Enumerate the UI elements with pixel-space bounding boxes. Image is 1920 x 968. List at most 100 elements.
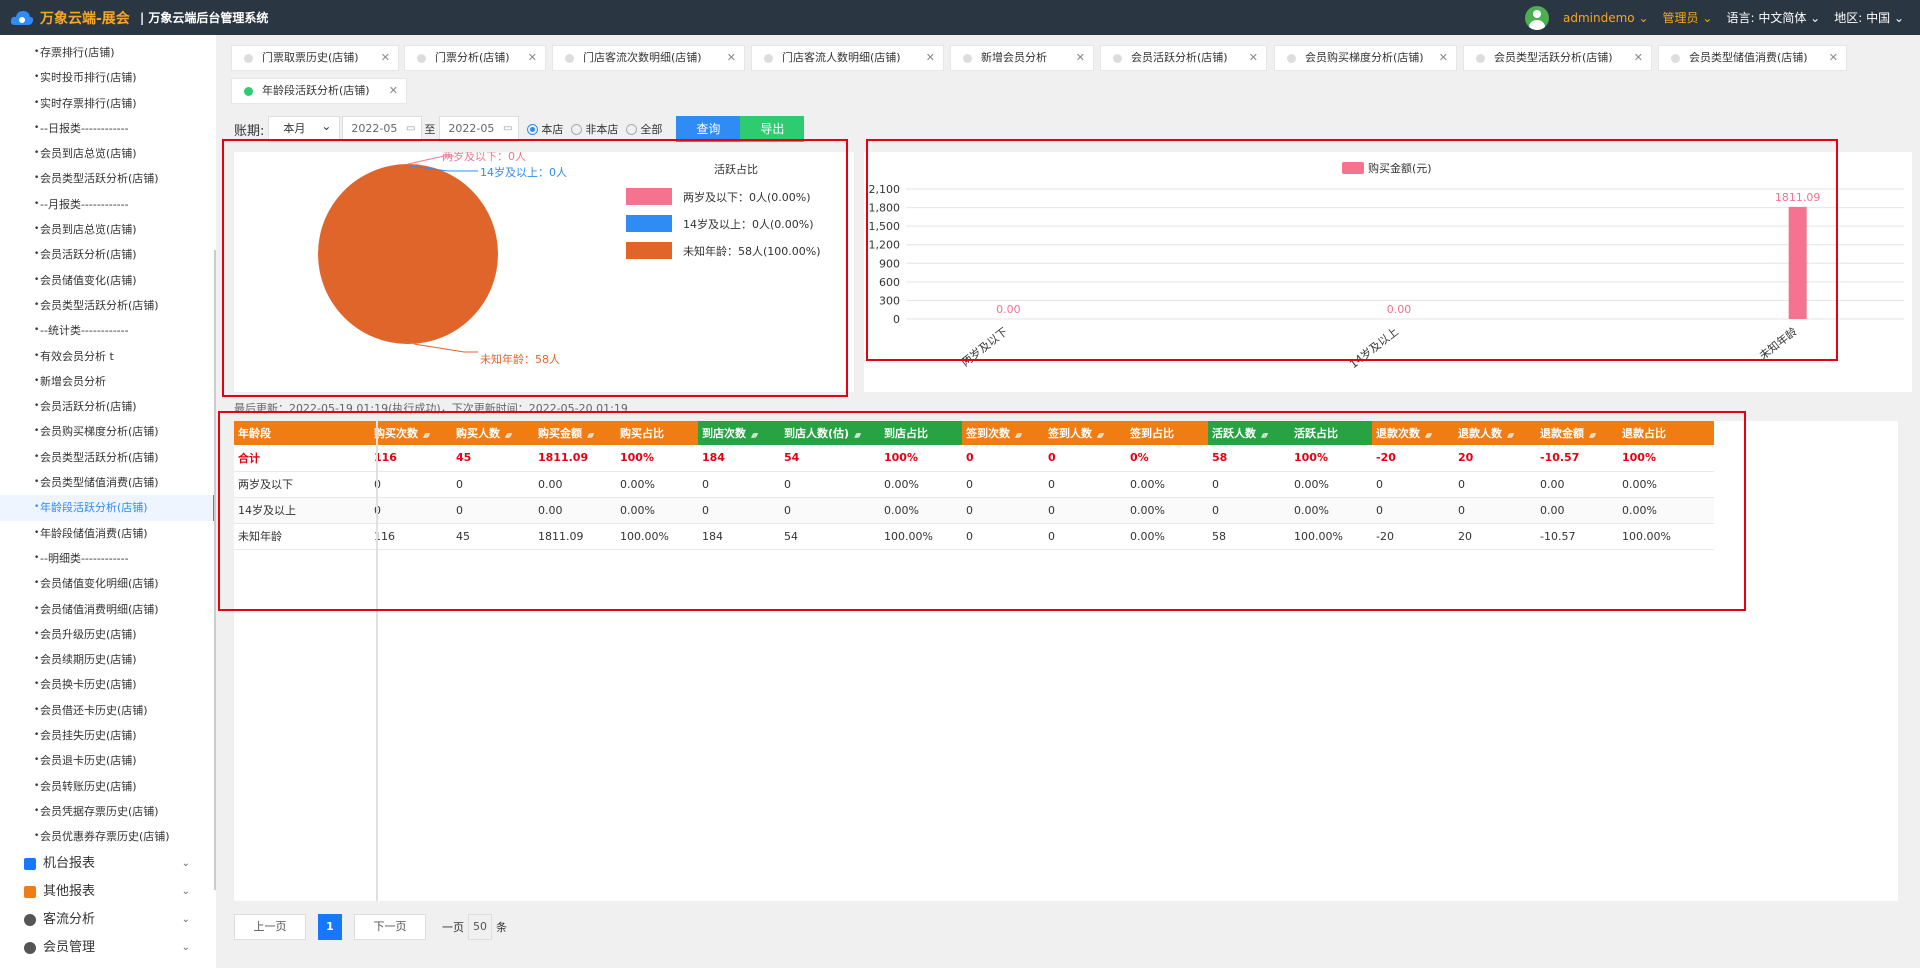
- sidebar-item[interactable]: 会员活跃分析(店铺): [0, 394, 216, 420]
- sidebar-item[interactable]: 会员凭据存票历史(店铺): [0, 799, 216, 825]
- page-size-input[interactable]: 50: [468, 914, 492, 940]
- scope-radio[interactable]: 非本店: [571, 121, 618, 137]
- close-icon[interactable]: ✕: [528, 46, 537, 70]
- close-icon[interactable]: ✕: [926, 46, 935, 70]
- sidebar-item[interactable]: 会员活跃分析(店铺): [0, 242, 216, 268]
- tab-status-dot: [1113, 54, 1122, 63]
- tab-6[interactable]: 会员购买梯度分析(店铺) ✕: [1274, 45, 1457, 71]
- username-dropdown[interactable]: admindemo ⌄: [1563, 11, 1649, 25]
- tab-9[interactable]: 年龄段活跃分析(店铺) ✕: [231, 78, 407, 104]
- tab-1[interactable]: 门票分析(店铺) ✕: [404, 45, 546, 71]
- close-icon[interactable]: ✕: [1634, 46, 1643, 70]
- tab-8[interactable]: 会员类型储值消费(店铺) ✕: [1658, 45, 1847, 71]
- sidebar-item[interactable]: 会员退卡历史(店铺): [0, 748, 216, 774]
- scope-radio[interactable]: 本店: [527, 121, 563, 137]
- region-value: 中国: [1866, 11, 1891, 25]
- sidebar-item[interactable]: 年龄段活跃分析(店铺): [0, 495, 216, 521]
- sidebar-group[interactable]: 客流分析 ⌄: [0, 906, 216, 934]
- menu-group-icon: [24, 857, 36, 870]
- tab-label: 年龄段活跃分析(店铺): [262, 84, 370, 97]
- user-avatar[interactable]: [1525, 5, 1549, 30]
- sidebar-item[interactable]: 会员续期历史(店铺): [0, 647, 216, 673]
- language-selector[interactable]: 语言: 中文简体 ⌄: [1726, 9, 1820, 26]
- close-icon[interactable]: ✕: [389, 79, 398, 103]
- chevron-down-icon: ⌄: [1638, 10, 1649, 25]
- tab-2[interactable]: 门店客流次数明细(店铺) ✕: [552, 45, 745, 71]
- tab-label: 门票取票历史(店铺): [262, 51, 359, 64]
- tab-3[interactable]: 门店客流人数明细(店铺) ✕: [751, 45, 944, 71]
- sidebar-menu: 存票排行(店铺)实时投币排行(店铺)实时存票排行(店铺)--日报类-------…: [0, 35, 216, 850]
- sidebar-group[interactable]: 机台报表 ⌄: [0, 850, 216, 878]
- sidebar-item[interactable]: --明细类------------: [0, 546, 216, 572]
- sidebar-item[interactable]: 会员类型储值消费(店铺): [0, 470, 216, 496]
- pagination: 上一页 1 下一页 一页 50 条: [234, 910, 507, 944]
- radio-circle: [527, 123, 539, 135]
- sidebar-item[interactable]: 会员到店总览(店铺): [0, 217, 216, 243]
- sidebar-item[interactable]: 会员挂失历史(店铺): [0, 723, 216, 749]
- close-icon[interactable]: ✕: [1249, 46, 1258, 70]
- username: admindemo: [1563, 10, 1635, 25]
- current-page[interactable]: 1: [318, 914, 342, 940]
- sidebar: 存票排行(店铺)实时投币排行(店铺)实时存票排行(店铺)--日报类-------…: [0, 35, 216, 968]
- tab-status-dot: [963, 54, 972, 63]
- tab-label: 会员类型活跃分析(店铺): [1494, 51, 1613, 64]
- tab-status-dot: [244, 87, 253, 96]
- sidebar-item[interactable]: 会员购买梯度分析(店铺): [0, 419, 216, 445]
- sidebar-item[interactable]: 实时存票排行(店铺): [0, 91, 216, 117]
- sidebar-item[interactable]: 会员储值变化明细(店铺): [0, 571, 216, 597]
- sidebar-item[interactable]: 会员类型活跃分析(店铺): [0, 166, 216, 192]
- sidebar-item[interactable]: --统计类------------: [0, 318, 216, 344]
- highlight-box-pie: [222, 139, 848, 397]
- tab-5[interactable]: 会员活跃分析(店铺) ✕: [1100, 45, 1267, 71]
- sidebar-item[interactable]: 有效会员分析 t: [0, 344, 216, 370]
- system-name: | 万象云端后台管理系统: [139, 11, 269, 25]
- chevron-down-icon: ⌄: [1702, 11, 1713, 25]
- highlight-box-table: [218, 411, 1746, 611]
- highlight-box-bar: [866, 139, 1838, 361]
- brand-name: 万象云端-展会: [40, 10, 130, 27]
- logo[interactable]: 万象云端-展会 | 万象云端后台管理系统: [0, 7, 268, 29]
- sidebar-item[interactable]: --月报类------------: [0, 192, 216, 218]
- sidebar-item[interactable]: 会员优惠券存票历史(店铺): [0, 824, 216, 850]
- sidebar-item[interactable]: 会员储值变化(店铺): [0, 268, 216, 294]
- sidebar-item[interactable]: 会员类型活跃分析(店铺): [0, 293, 216, 319]
- sidebar-item[interactable]: 实时投币排行(店铺): [0, 65, 216, 91]
- tab-label: 新增会员分析: [981, 51, 1047, 64]
- sidebar-item[interactable]: 会员到店总览(店铺): [0, 141, 216, 167]
- prev-page-button[interactable]: 上一页: [234, 914, 306, 940]
- close-icon[interactable]: ✕: [1439, 46, 1448, 70]
- page-size-label: 一页: [442, 921, 464, 934]
- role-dropdown[interactable]: 管理员 ⌄: [1663, 9, 1713, 26]
- sidebar-item[interactable]: 存票排行(店铺): [0, 40, 216, 66]
- language-value: 中文简体: [1758, 11, 1807, 25]
- chevron-down-icon: ⌄: [1810, 11, 1821, 25]
- sidebar-item[interactable]: 新增会员分析: [0, 369, 216, 395]
- chevron-down-icon: ⌄: [181, 941, 190, 953]
- close-icon[interactable]: ✕: [381, 46, 390, 70]
- language-label: 语言:: [1726, 11, 1755, 25]
- scope-radio[interactable]: 全部: [626, 121, 662, 137]
- tab-0[interactable]: 门票取票历史(店铺) ✕: [231, 45, 399, 71]
- sidebar-item[interactable]: 会员类型活跃分析(店铺): [0, 445, 216, 471]
- sidebar-item[interactable]: 会员换卡历史(店铺): [0, 672, 216, 698]
- menu-group-icon: [24, 941, 36, 954]
- sidebar-item[interactable]: 会员升级历史(店铺): [0, 622, 216, 648]
- tab-7[interactable]: 会员类型活跃分析(店铺) ✕: [1463, 45, 1652, 71]
- tab-label: 门店客流人数明细(店铺): [782, 51, 901, 64]
- sidebar-item[interactable]: 会员转账历史(店铺): [0, 774, 216, 800]
- sidebar-item[interactable]: --日报类------------: [0, 116, 216, 142]
- sidebar-item[interactable]: 会员储值消费明细(店铺): [0, 597, 216, 623]
- close-icon[interactable]: ✕: [1829, 46, 1838, 70]
- tab-4[interactable]: 新增会员分析 ✕: [950, 45, 1094, 71]
- close-icon[interactable]: ✕: [1076, 46, 1085, 70]
- sidebar-item[interactable]: 年龄段储值消费(店铺): [0, 521, 216, 547]
- sidebar-item[interactable]: 会员借还卡历史(店铺): [0, 698, 216, 724]
- region-selector[interactable]: 地区: 中国 ⌄: [1834, 9, 1904, 26]
- sidebar-scrollbar[interactable]: [214, 250, 216, 890]
- sidebar-group-label: 会员管理: [43, 939, 96, 955]
- sidebar-group[interactable]: 其他报表 ⌄: [0, 878, 216, 906]
- next-page-button[interactable]: 下一页: [354, 914, 426, 940]
- close-icon[interactable]: ✕: [727, 46, 736, 70]
- chevron-down-icon: ⌄: [181, 857, 190, 869]
- sidebar-group[interactable]: 会员管理 ⌄: [0, 934, 216, 962]
